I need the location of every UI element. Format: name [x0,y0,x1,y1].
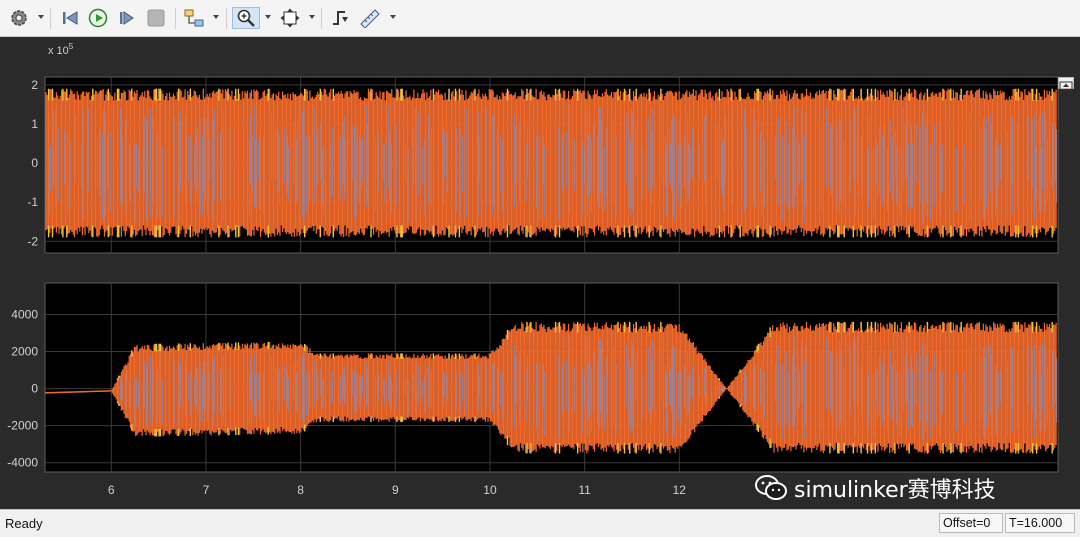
y-tick-label: 0 [31,156,38,170]
autoscale-icon [280,8,300,28]
scope-toolbar [0,0,1080,37]
bottom-yticks: 4000 2000 0 -2000 -4000 [7,308,38,470]
toolbar-separator [321,8,322,29]
status-bar: Ready Offset=0 T=16.000 [0,509,1080,537]
zoom-dropdown[interactable] [265,15,271,19]
play-icon [88,8,108,28]
y-tick-label: -2000 [7,419,38,433]
x-tick-label: 9 [392,483,399,497]
toolbar-separator [175,8,176,29]
x-tick-label: 7 [203,483,210,497]
undock-button[interactable] [1058,77,1074,91]
step-forward-button[interactable] [114,7,138,29]
y-tick-label: 4000 [11,308,38,322]
y-tick-label: -2 [27,234,38,248]
measurements-button[interactable] [358,7,382,29]
scope-figure: 2 1 0 -1 -2 x 105 4000 2000 0 -2000 -4000 6 7 8 9 10… [0,37,1080,509]
step-back-icon [63,11,78,25]
wechat-icon [755,475,787,500]
zoom-in-icon [237,9,255,27]
y-tick-label: 2 [31,78,38,92]
offset-readout: Offset=0 [939,513,1003,533]
trigger-icon [333,11,348,25]
time-readout: T=16.000 [1005,513,1075,533]
x-tick-label: 6 [108,483,115,497]
triggers-button[interactable] [328,7,352,29]
toolbar-separator [226,8,227,29]
stop-icon [147,9,165,27]
plot-canvas: 210-1-2 x 105 400020000-2000-4000 6 7 8 9 10… [7,42,1059,497]
y-tick-label: 0 [31,382,38,396]
zoom-button[interactable] [232,7,260,29]
run-button[interactable] [86,7,110,29]
toolbar-separator [50,8,51,29]
settings-button[interactable] [6,7,32,29]
y-tick-label: 2000 [11,345,38,359]
highlight-block-button[interactable] [182,7,206,29]
stop-button[interactable] [144,7,168,29]
watermark: simulinker赛博科技 [754,472,996,504]
bottom-xticks: 6 7 8 9 10 11 12 [108,483,686,497]
x-tick-label: 11 [578,483,591,497]
top-exponent-label: x 105 [48,42,74,57]
x-tick-label: 8 [297,483,304,497]
y-tick-label: 1 [31,117,38,131]
block-highlight-icon [184,9,204,27]
step-back-button[interactable] [58,7,82,29]
x-tick-label: 12 [673,483,687,497]
top-yticks: 2 1 0 -1 -2 [27,78,38,248]
y-tick-label: -4000 [7,456,38,470]
ruler-icon [360,9,380,28]
highlight-dropdown[interactable] [213,15,219,19]
gear-icon [11,10,27,26]
measurements-dropdown[interactable] [390,15,396,19]
undock-icon [1059,81,1073,91]
top-signal [45,88,1058,238]
autoscale-dropdown[interactable] [309,15,315,19]
settings-dropdown[interactable] [38,15,44,19]
y-tick-label: -1 [27,195,38,209]
autoscale-button[interactable] [278,7,302,29]
x-tick-label: 10 [483,483,497,497]
step-forward-icon [120,11,134,25]
watermark-text: simulinker赛博科技 [794,478,996,503]
status-text: Ready [5,516,43,531]
